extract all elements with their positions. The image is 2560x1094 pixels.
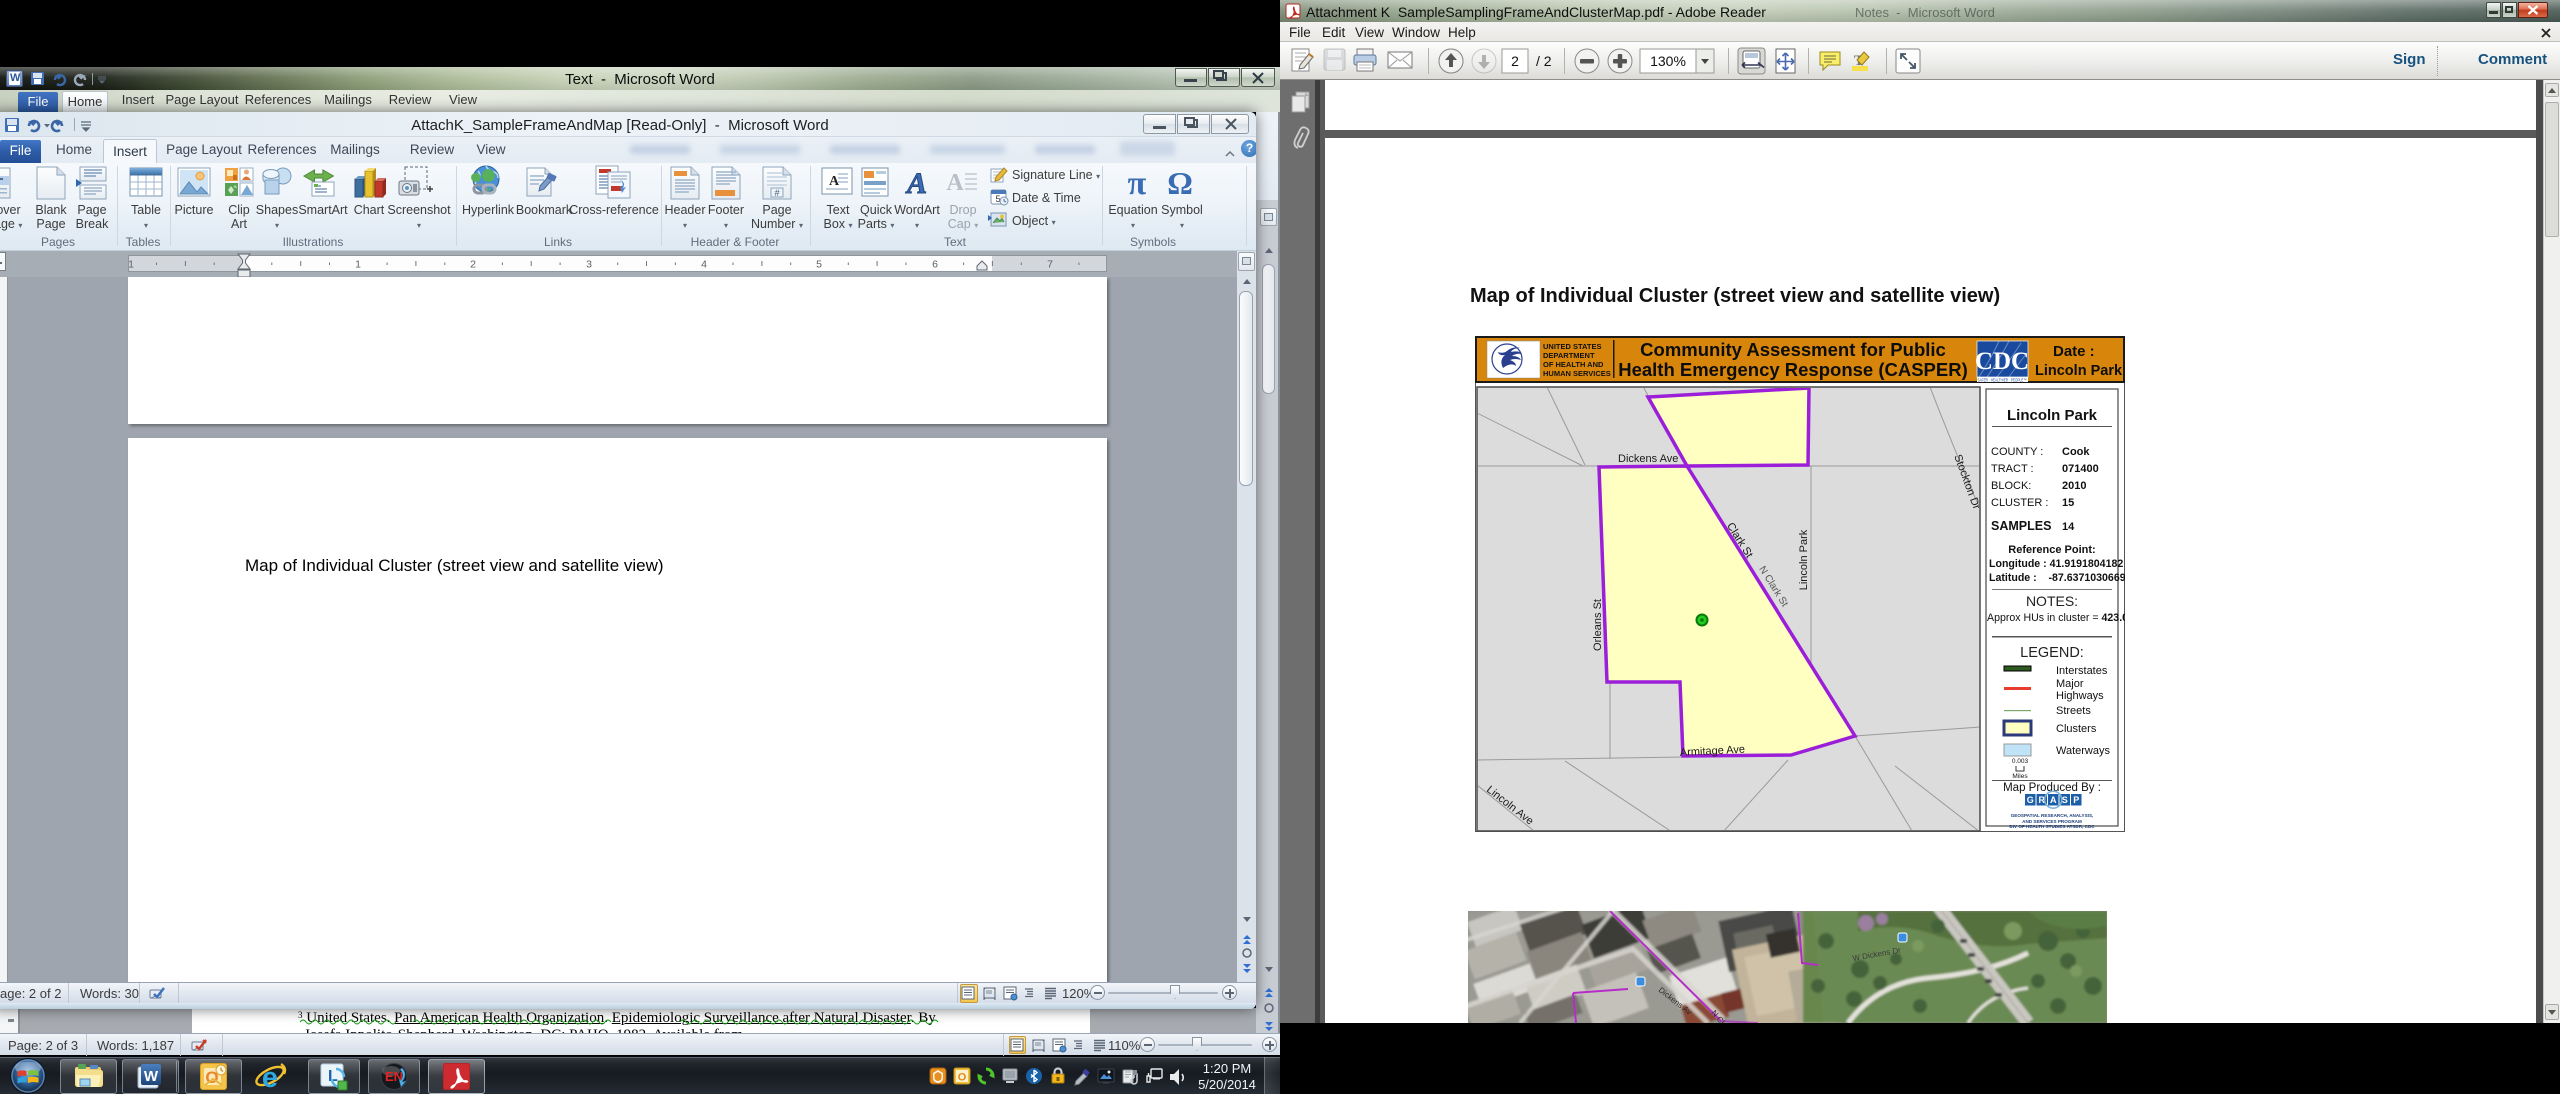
svg-text:Date :: Date : bbox=[2053, 343, 2095, 360]
svg-text:Highways: Highways bbox=[2056, 690, 2104, 702]
svg-text:Interstates: Interstates bbox=[2056, 665, 2108, 677]
svg-text:130%: 130% bbox=[1650, 53, 1686, 69]
svg-text:Community Assessment for Publi: Community Assessment for Public bbox=[1640, 339, 1946, 360]
svg-text:OF HEALTH AND: OF HEALTH AND bbox=[1543, 360, 1604, 369]
svg-text:Latitude : -87.6371030669: Latitude : -87.6371030669 bbox=[1989, 572, 2125, 584]
svg-text:Major: Major bbox=[2056, 678, 2084, 690]
svg-text:Streets: Streets bbox=[2056, 705, 2091, 717]
svg-text:CLUSTER :: CLUSTER : bbox=[1991, 497, 2048, 509]
svg-text:NOTES:: NOTES: bbox=[2026, 593, 2078, 609]
svg-text:O: O bbox=[958, 1072, 967, 1084]
svg-text:G: G bbox=[2027, 795, 2034, 805]
svg-text:1: 1 bbox=[355, 259, 361, 271]
svg-text:LEGEND:: LEGEND: bbox=[2020, 645, 2084, 661]
svg-text:BLOCK:: BLOCK: bbox=[1991, 480, 2031, 492]
svg-text:A: A bbox=[946, 170, 964, 196]
svg-text:2: 2 bbox=[1511, 53, 1519, 69]
svg-text:COUNTY :: COUNTY : bbox=[1991, 446, 2043, 458]
svg-text:Lincoln Park: Lincoln Park bbox=[1798, 529, 1810, 590]
svg-text:Waterways: Waterways bbox=[2056, 745, 2110, 757]
svg-text:0.003: 0.003 bbox=[2012, 758, 2029, 765]
svg-text:DIV OF HEALTH STUDIES ATSDR, C: DIV OF HEALTH STUDIES ATSDR, CDC bbox=[2009, 824, 2095, 829]
svg-text:14: 14 bbox=[2062, 521, 2075, 533]
svg-text:W: W bbox=[144, 1068, 159, 1085]
svg-text:2: 2 bbox=[470, 259, 476, 271]
svg-text:Longitude : 41.9191804182: Longitude : 41.9191804182 bbox=[1989, 558, 2123, 570]
svg-text:GEOSPATIAL RESEARCH, ANALYSIS,: GEOSPATIAL RESEARCH, ANALYSIS, bbox=[2011, 813, 2094, 818]
svg-text:A: A bbox=[905, 167, 927, 200]
svg-text:S: S bbox=[2062, 795, 2068, 805]
svg-text:P: P bbox=[2073, 795, 2079, 805]
svg-text:1: 1 bbox=[128, 259, 134, 271]
svg-text:SAFER · HEALTHIER · PEOPLE™: SAFER · HEALTHIER · PEOPLE™ bbox=[1978, 377, 2027, 382]
svg-text:A: A bbox=[2050, 795, 2057, 805]
svg-text:Cook: Cook bbox=[2062, 446, 2090, 458]
svg-text:π: π bbox=[1128, 165, 1147, 202]
svg-text:e: e bbox=[262, 1062, 278, 1093]
svg-text:3: 3 bbox=[586, 259, 592, 271]
svg-text:7: 7 bbox=[1047, 259, 1053, 271]
svg-text:15: 15 bbox=[2062, 497, 2074, 509]
svg-text:6: 6 bbox=[932, 259, 938, 271]
svg-text:Map Produced By :: Map Produced By : bbox=[2003, 782, 2101, 794]
svg-text:5: 5 bbox=[816, 259, 822, 271]
svg-text:HUMAN SERVICES: HUMAN SERVICES bbox=[1543, 369, 1611, 378]
svg-text:Dickens Ave: Dickens Ave bbox=[1618, 453, 1678, 465]
svg-text:#: # bbox=[774, 188, 779, 198]
svg-text:Health Emergency Response (CAS: Health Emergency Response (CASPER) bbox=[1618, 359, 1968, 380]
svg-text:Lincoln Park: Lincoln Park bbox=[2035, 363, 2123, 379]
svg-text:Approx HUs in cluster = 423.0: Approx HUs in cluster = 423.0 bbox=[1987, 612, 2125, 624]
svg-text:Ω: Ω bbox=[1167, 165, 1193, 201]
svg-text:2010: 2010 bbox=[2062, 480, 2086, 492]
svg-text:CDC: CDC bbox=[1975, 348, 2029, 375]
svg-text:Miles: Miles bbox=[2012, 773, 2028, 780]
svg-text:UNITED STATES: UNITED STATES bbox=[1543, 342, 1601, 351]
svg-text:4: 4 bbox=[701, 259, 707, 271]
svg-text:TRACT :: TRACT : bbox=[1991, 463, 2034, 475]
svg-text:SAMPLES: SAMPLES bbox=[1991, 519, 2051, 533]
svg-text:/ 2: / 2 bbox=[1536, 53, 1552, 69]
svg-text:Clusters: Clusters bbox=[2056, 723, 2097, 735]
svg-text:DEPARTMENT: DEPARTMENT bbox=[1543, 351, 1595, 360]
svg-text:5: 5 bbox=[995, 194, 1000, 204]
svg-text:071400: 071400 bbox=[2062, 463, 2099, 475]
svg-text:Reference Point:: Reference Point: bbox=[2008, 544, 2095, 556]
svg-text:Lincoln Park: Lincoln Park bbox=[2007, 407, 2098, 424]
svg-text:Orleans St: Orleans St bbox=[1592, 599, 1604, 651]
